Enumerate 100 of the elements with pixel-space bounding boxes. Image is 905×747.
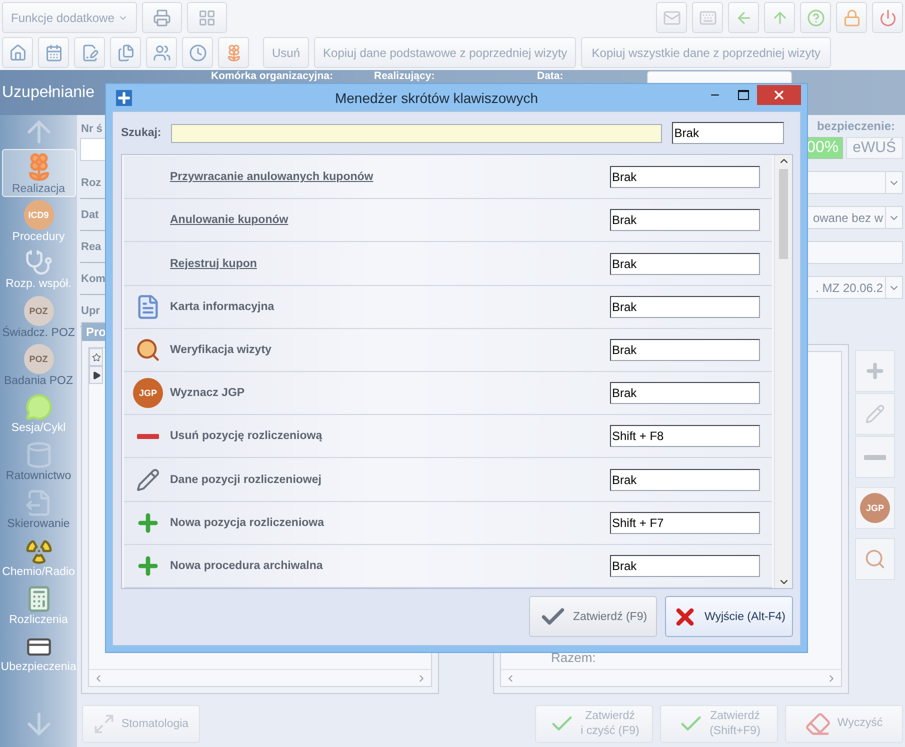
total-label: Razem: [551, 650, 597, 665]
sidebar-item[interactable]: Sesja/Cykl [2, 389, 76, 437]
action-button[interactable]: Wyczyść [785, 704, 903, 742]
command-label: Rejestruj kupon [169, 258, 258, 270]
search-label: Szukaj: [121, 127, 162, 139]
form-label: Nr ś [80, 122, 102, 137]
calendar-button[interactable] [38, 37, 69, 68]
shortcut-field[interactable]: Shift + F7 [610, 512, 760, 534]
sidebar-label: Ubezpieczenia [0, 660, 76, 672]
lock-button[interactable] [836, 2, 867, 33]
header-label: Realizujący: [374, 71, 436, 82]
pencil-icon [136, 468, 160, 492]
power-icon [878, 8, 896, 26]
search-field[interactable] [171, 124, 662, 142]
action-button[interactable]: Zatwierdź i czyść (F9) [535, 704, 653, 742]
sidebar-item[interactable]: Rozp. współ. [2, 245, 76, 293]
dialog-title: Menedżer skrótów klawiszowych [334, 90, 540, 106]
mail-button[interactable] [656, 2, 687, 33]
command-label: Przywracanie anulowanych kuponów [169, 171, 374, 184]
lock-icon [842, 8, 860, 26]
clock-icon [188, 44, 206, 62]
verify-button[interactable] [855, 538, 895, 580]
keyboard-button[interactable] [692, 2, 723, 33]
back-button[interactable] [728, 2, 759, 33]
exit-button[interactable]: Wyjście (Alt-F4) [665, 596, 793, 637]
remove-button[interactable] [855, 436, 895, 478]
clock-button[interactable] [182, 37, 213, 68]
toolbar-button[interactable]: Kopiuj wszystkie dane z poprzedniej wizyty [581, 37, 832, 68]
close-button[interactable] [757, 85, 801, 105]
jgp-button[interactable]: JGP [855, 487, 895, 529]
flower-button[interactable] [218, 37, 249, 68]
star-icon [92, 352, 100, 362]
chat-icon [24, 392, 52, 420]
help-button[interactable] [800, 2, 831, 33]
shortcut-field[interactable]: Brak [610, 252, 760, 274]
badge-icon: POZ [24, 296, 54, 326]
command-label: Weryfikacja wizyty [169, 344, 272, 356]
page-title: Uzupełnianie [2, 84, 95, 102]
sidebar-label: Realizacja [12, 182, 66, 194]
minus-icon [137, 434, 159, 439]
grid-icon [198, 8, 216, 26]
sidebar-label: Badania POZ [4, 374, 74, 386]
badge-icon: POZ [24, 344, 54, 374]
home-button[interactable] [2, 37, 33, 68]
sidebar-item[interactable]: Realizacja [2, 149, 76, 197]
command-label: Usuń pozycję rozliczeniową [169, 430, 324, 442]
sidebar-item[interactable]: Rozliczenia [2, 581, 76, 629]
sidebar-item[interactable]: Ubezpieczenia [2, 629, 76, 677]
plus-icon [864, 360, 886, 382]
toolbar-button[interactable]: Usuń [263, 37, 310, 68]
search-icon [864, 548, 886, 570]
sidebar-label: Sesja/Cykl [11, 422, 66, 434]
command-label: Nowa pozycja rozliczeniowa [169, 516, 326, 529]
power-button[interactable] [872, 2, 903, 33]
edit-button[interactable] [855, 393, 895, 435]
shortcut-field[interactable]: Brak [610, 554, 760, 577]
close-icon [772, 88, 786, 102]
form-label: Roz [80, 176, 102, 188]
shortcut-field[interactable]: Brak [610, 166, 760, 188]
confirm-button[interactable]: Zatwierdź (F9) [529, 596, 657, 637]
shortcut-field[interactable]: Brak [610, 296, 760, 318]
command-label: Karta informacyjna [169, 300, 276, 313]
header-label: Data: [537, 71, 564, 82]
action-button[interactable]: Zatwierdź (Shift+F9) [660, 704, 778, 742]
ewus-button[interactable]: eWUŚ [846, 137, 903, 159]
stomatology-button[interactable]: Stomatologia [82, 704, 200, 742]
up-button[interactable] [764, 2, 795, 33]
people-icon [152, 44, 170, 62]
layout-button[interactable] [187, 2, 228, 33]
form-label: Dat [80, 208, 99, 220]
add-button[interactable] [855, 350, 895, 392]
app-icon [116, 90, 132, 106]
shortcut-field[interactable]: Brak [610, 209, 760, 232]
sidebar-label: Rozp. współ. [6, 278, 72, 290]
sidebar-label: Świadcz. POZ [2, 326, 75, 338]
print-button[interactable] [142, 2, 182, 33]
shortcut-field[interactable]: Brak [672, 122, 784, 144]
toolbar-button[interactable]: Kopiuj dane podstawowe z poprzedniej wizyty [314, 37, 576, 68]
sidebar-item[interactable]: Chemio/Radio [2, 533, 76, 581]
functions-dropdown[interactable]: Funkcje dodatkowe [2, 2, 138, 33]
mail-icon [662, 8, 680, 26]
shortcut-field[interactable]: Shift + F8 [610, 425, 760, 448]
badge-icon: JGP [133, 378, 163, 408]
calendar-icon [44, 44, 62, 62]
shortcut-field[interactable]: Brak [610, 382, 760, 404]
files-icon [116, 44, 134, 62]
sidebar-label: Ratownictwo [6, 470, 72, 482]
command-label: Dane pozycji rozliczeniowej [169, 474, 322, 486]
pencil-icon [865, 404, 885, 424]
eraser-icon [805, 710, 832, 736]
insurance-label: bezpieczenie: [816, 119, 896, 133]
home-icon [8, 44, 26, 62]
scroll-thumb[interactable] [779, 169, 788, 259]
stethoscope-icon [24, 248, 52, 276]
sidebar-item[interactable]: ICD9 Procedury [2, 197, 76, 245]
files-button[interactable] [110, 37, 141, 68]
document-button[interactable] [74, 37, 105, 68]
shortcut-field[interactable]: Brak [610, 468, 760, 491]
people-button[interactable] [146, 37, 177, 68]
shortcut-field[interactable]: Brak [610, 338, 760, 361]
